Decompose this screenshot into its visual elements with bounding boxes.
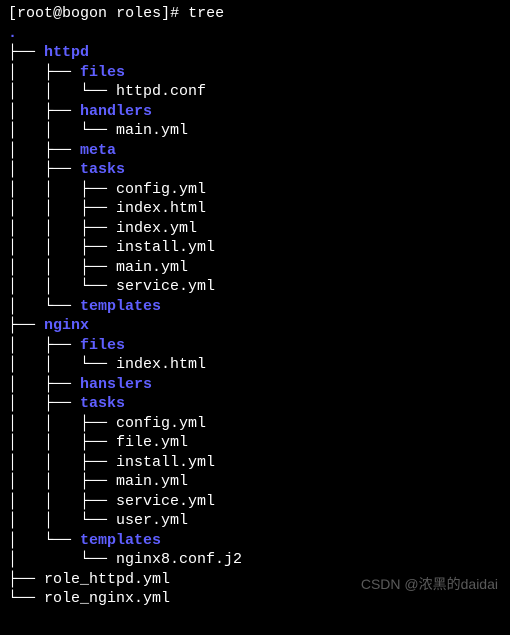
tree-line: │ │ ├── file.yml	[8, 433, 502, 453]
tree-line: │ ├── tasks	[8, 394, 502, 414]
tree-branch: ├──	[8, 44, 44, 61]
prompt-open-bracket: [	[8, 5, 17, 22]
file-name: main.yml	[116, 122, 188, 139]
file-name: file.yml	[116, 434, 188, 451]
tree-root: .	[8, 24, 502, 44]
tree-line: │ │ └── main.yml	[8, 121, 502, 141]
file-name: httpd.conf	[116, 83, 206, 100]
tree-line: │ └── nginx8.conf.j2	[8, 550, 502, 570]
file-name: install.yml	[116, 239, 215, 256]
tree-branch: ├──	[8, 317, 44, 334]
tree-line: │ ├── handlers	[8, 102, 502, 122]
file-name: service.yml	[116, 493, 215, 510]
directory-name: handlers	[80, 103, 152, 120]
tree-line: │ │ ├── main.yml	[8, 472, 502, 492]
tree-branch: │ │ └──	[8, 278, 116, 295]
tree-branch: │ │ ├──	[8, 454, 116, 471]
directory-name: templates	[80, 298, 161, 315]
file-name: index.yml	[116, 220, 197, 237]
watermark: CSDN @浓黑的daidai	[361, 575, 498, 593]
tree-line: │ │ ├── install.yml	[8, 238, 502, 258]
tree-branch: │ ├──	[8, 64, 80, 81]
directory-name: tasks	[80, 161, 125, 178]
directory-name: meta	[80, 142, 116, 159]
tree-line: │ │ ├── main.yml	[8, 258, 502, 278]
tree-line: │ │ └── service.yml	[8, 277, 502, 297]
file-name: index.html	[116, 200, 206, 217]
tree-branch: │ │ └──	[8, 512, 116, 529]
tree-branch: │ │ ├──	[8, 220, 116, 237]
tree-line: │ │ └── index.html	[8, 355, 502, 375]
file-name: config.yml	[116, 181, 206, 198]
tree-line: │ │ ├── service.yml	[8, 492, 502, 512]
directory-name: hanslers	[80, 376, 152, 393]
tree-branch: │ │ └──	[8, 356, 116, 373]
tree-line: │ ├── tasks	[8, 160, 502, 180]
directory-name: nginx	[44, 317, 89, 334]
directory-name: tasks	[80, 395, 125, 412]
file-name: user.yml	[116, 512, 188, 529]
tree-line: ├── nginx	[8, 316, 502, 336]
prompt-host: bogon	[62, 5, 107, 22]
tree-branch: │ ├──	[8, 161, 80, 178]
file-name: main.yml	[116, 473, 188, 490]
tree-branch: │ ├──	[8, 376, 80, 393]
tree-line: │ │ └── httpd.conf	[8, 82, 502, 102]
tree-line: │ │ ├── config.yml	[8, 180, 502, 200]
tree-branch: │ │ ├──	[8, 239, 116, 256]
tree-line: │ └── templates	[8, 531, 502, 551]
tree-line: │ │ ├── index.html	[8, 199, 502, 219]
directory-name: httpd	[44, 44, 89, 61]
tree-branch: │ ├──	[8, 337, 80, 354]
tree-branch: │ │ ├──	[8, 493, 116, 510]
file-name: index.html	[116, 356, 206, 373]
prompt-close-bracket: ]	[161, 5, 170, 22]
command: tree	[188, 5, 224, 22]
tree-branch: │ │ ├──	[8, 259, 116, 276]
file-name: role_httpd.yml	[44, 571, 170, 588]
tree-branch: │ └──	[8, 551, 116, 568]
prompt-dir: roles	[116, 5, 161, 22]
tree-line: ├── httpd	[8, 43, 502, 63]
directory-name: files	[80, 64, 125, 81]
file-name: role_nginx.yml	[44, 590, 170, 607]
file-name: service.yml	[116, 278, 215, 295]
tree-line: │ │ ├── config.yml	[8, 414, 502, 434]
directory-name: templates	[80, 532, 161, 549]
tree-branch: │ ├──	[8, 395, 80, 412]
tree-line: │ ├── files	[8, 63, 502, 83]
tree-line: │ ├── files	[8, 336, 502, 356]
tree-branch: │ │ ├──	[8, 434, 116, 451]
tree-branch: │ │ └──	[8, 83, 116, 100]
tree-branch: │ └──	[8, 532, 80, 549]
file-name: main.yml	[116, 259, 188, 276]
tree-branch: │ │ ├──	[8, 473, 116, 490]
prompt-at: @	[53, 5, 62, 22]
tree-line: │ │ ├── install.yml	[8, 453, 502, 473]
tree-branch: │ │ └──	[8, 122, 116, 139]
tree-branch: ├──	[8, 571, 44, 588]
directory-name: files	[80, 337, 125, 354]
tree-line: │ ├── meta	[8, 141, 502, 161]
tree-line: │ │ └── user.yml	[8, 511, 502, 531]
file-name: install.yml	[116, 454, 215, 471]
tree-branch: └──	[8, 590, 44, 607]
file-name: nginx8.conf.j2	[116, 551, 242, 568]
tree-output: ├── httpd│ ├── files│ │ └── httpd.conf│ …	[8, 43, 502, 609]
tree-branch: │ │ ├──	[8, 415, 116, 432]
prompt-symbol: #	[170, 5, 179, 22]
file-name: config.yml	[116, 415, 206, 432]
tree-branch: │ │ ├──	[8, 200, 116, 217]
tree-branch: │ └──	[8, 298, 80, 315]
tree-branch: │ │ ├──	[8, 181, 116, 198]
tree-branch: │ ├──	[8, 103, 80, 120]
shell-prompt[interactable]: [root@bogon roles]# tree	[8, 4, 502, 24]
prompt-user: root	[17, 5, 53, 22]
tree-line: │ └── templates	[8, 297, 502, 317]
tree-line: │ ├── hanslers	[8, 375, 502, 395]
tree-line: │ │ ├── index.yml	[8, 219, 502, 239]
tree-branch: │ ├──	[8, 142, 80, 159]
